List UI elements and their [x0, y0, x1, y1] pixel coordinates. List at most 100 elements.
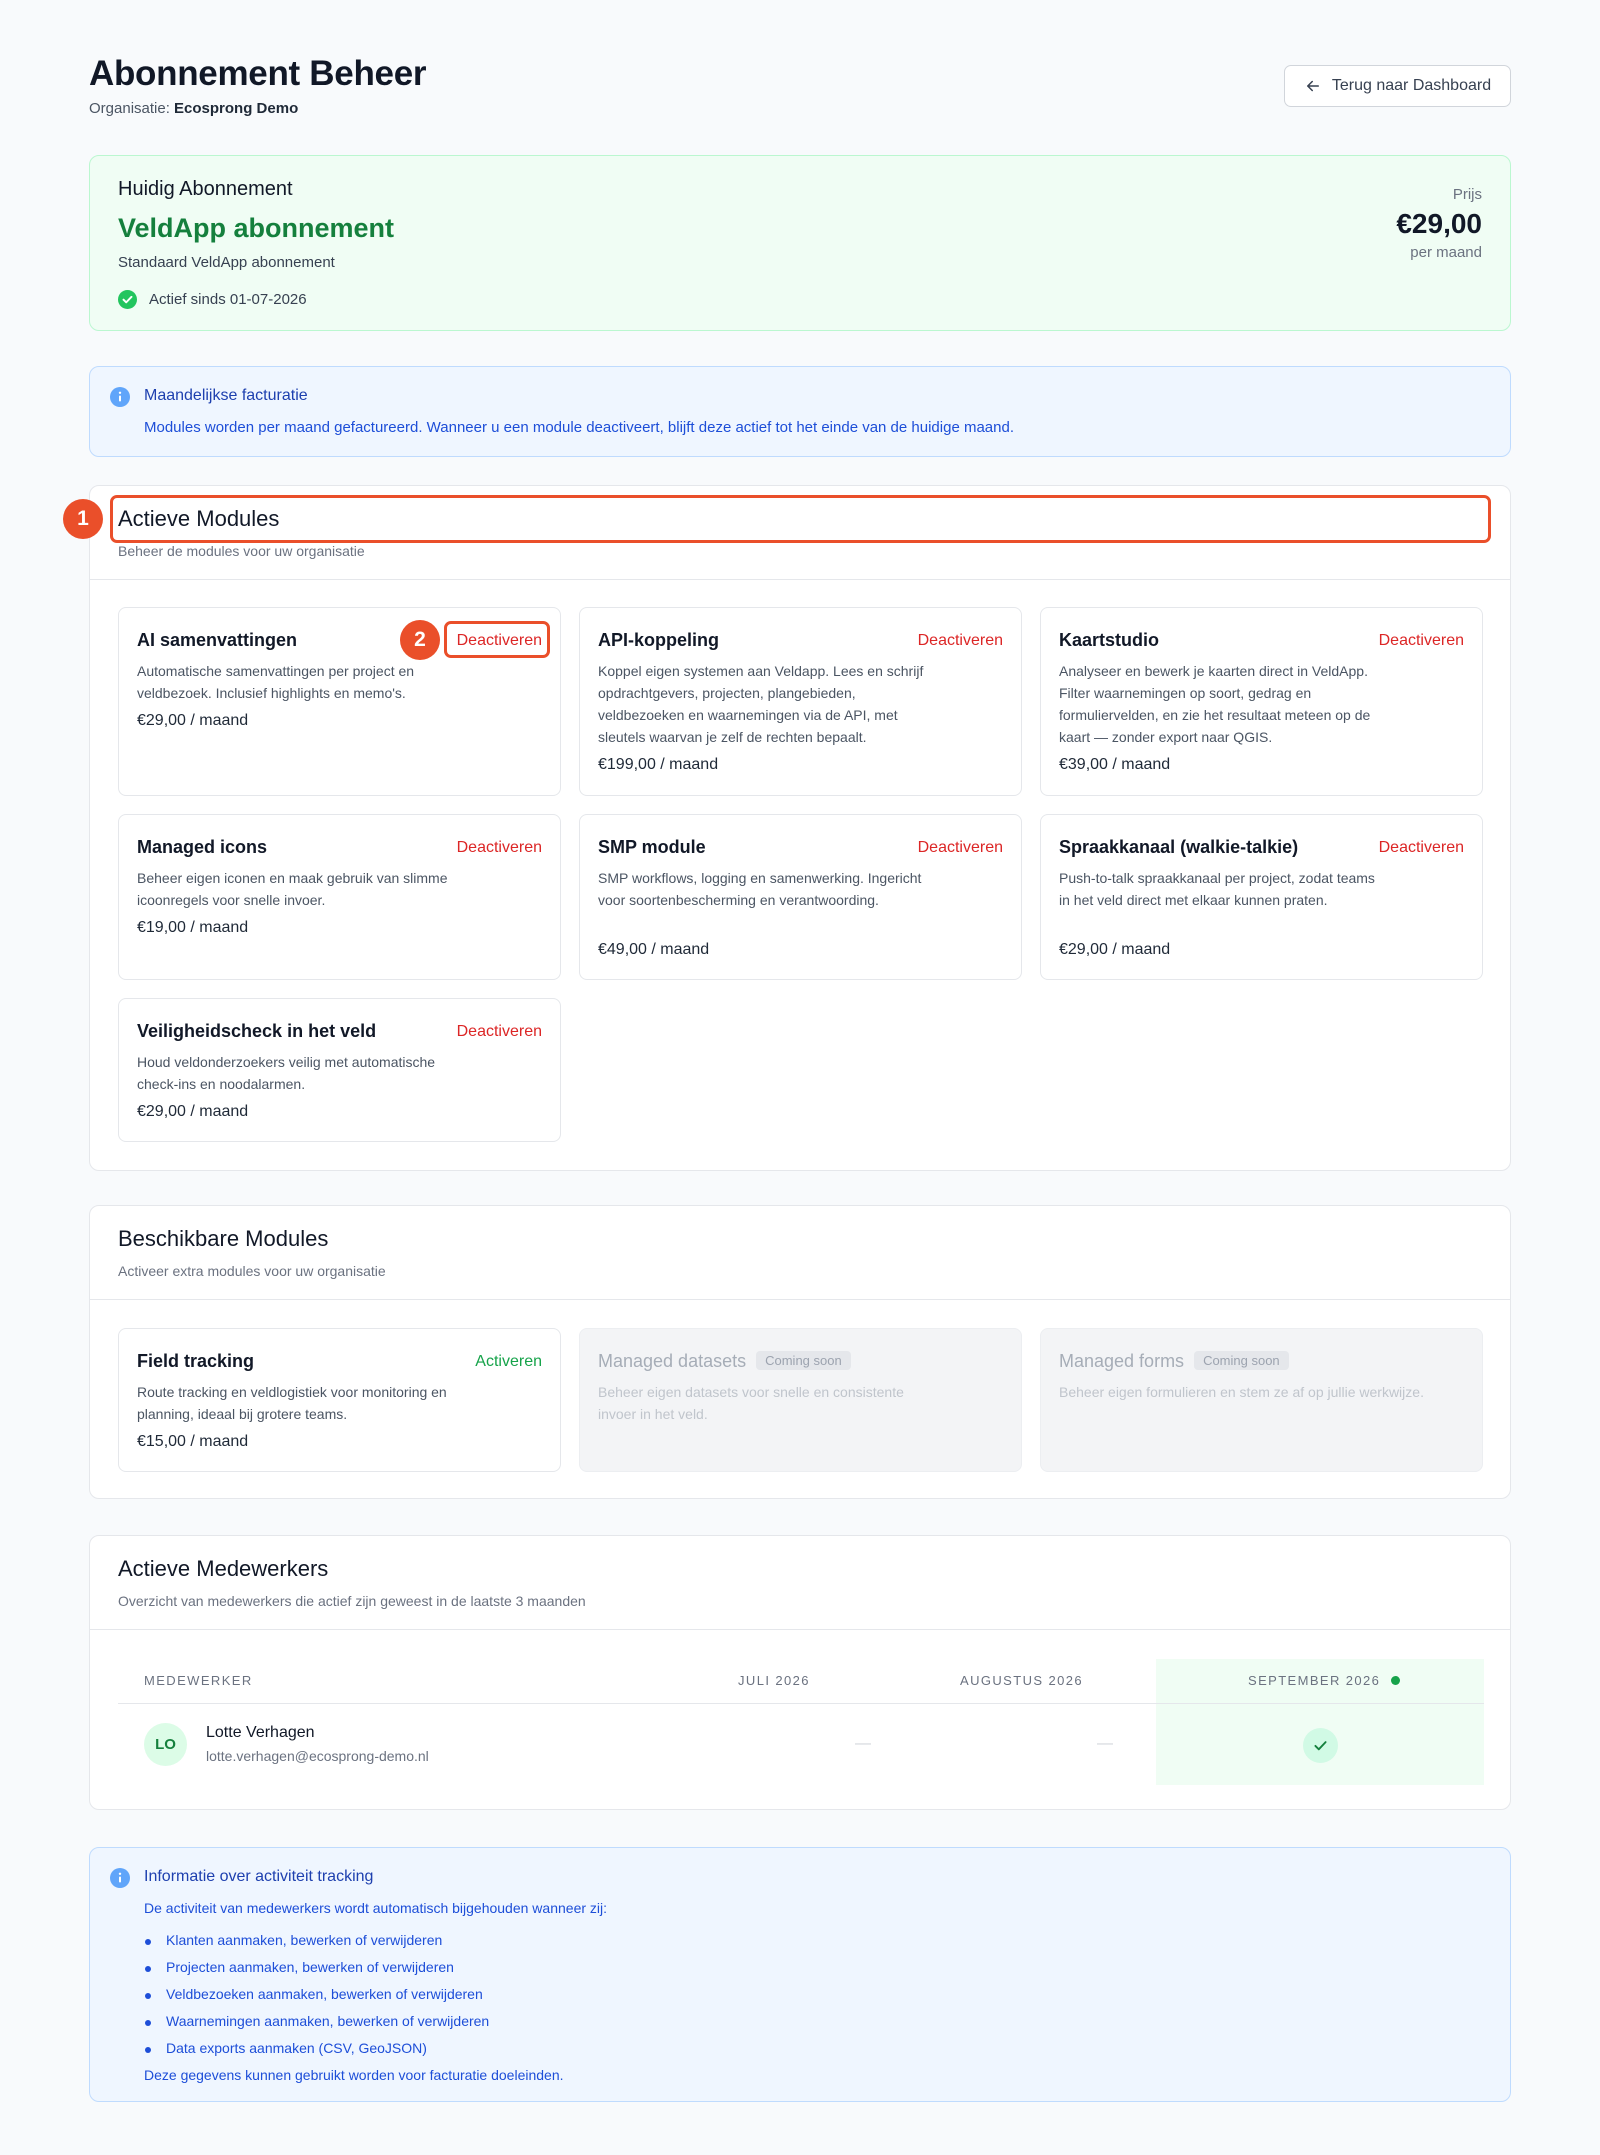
module-name-row: Managed datasets Coming soon: [598, 1351, 851, 1372]
module-description: Route tracking en veldlogistiek voor mon…: [137, 1384, 447, 1422]
module-card-managed-datasets: Managed datasets Coming soon Beheer eigen…: [579, 1328, 1022, 1472]
module-name: API-koppeling: [598, 630, 719, 650]
module-card-kaartstudio: Kaartstudio Deactiveren Analyseer en bew…: [1040, 607, 1483, 796]
coming-soon-badge: Coming soon: [756, 1351, 851, 1370]
current-month-dot-icon: [1391, 1676, 1401, 1685]
table-header: MEDEWERKER JULI 2026 AUGUSTUS 2026 SEPTE…: [118, 1659, 1484, 1704]
module-name: Spraakkanaal (walkie-talkie): [1059, 837, 1299, 857]
back-to-dashboard-button[interactable]: Terug naar Dashboard: [1284, 65, 1511, 107]
tracking-info-box: Informatie over activiteit tracking De a…: [89, 1847, 1511, 2102]
module-description: Houd veldonderzoekers veilig met automat…: [137, 1054, 436, 1092]
current-subscription-label: Huidig Abonnement: [118, 178, 293, 200]
module-card-managed-icons: Managed icons Deactiveren Beheer eigen i…: [118, 814, 561, 980]
check-icon: [1314, 1741, 1327, 1751]
module-card-managed-forms: Managed forms Coming soon Beheer eigen fo…: [1040, 1328, 1483, 1472]
price-period: per maand: [1410, 244, 1482, 261]
billing-info-box: Maandelijkse facturatie Modules worden p…: [89, 366, 1511, 457]
module-name: Field tracking: [137, 1351, 255, 1371]
billing-info-title: Maandelijkse facturatie: [144, 387, 308, 404]
employee-name: Lotte Verhagen: [206, 1724, 315, 1741]
module-name: SMP module: [598, 837, 706, 857]
avatar: LO: [144, 1723, 187, 1766]
tracking-actions-list: Klanten aanmaken, bewerken of verwijdere…: [144, 1932, 489, 2067]
september-activity: [1303, 1728, 1338, 1763]
billing-info-text: Modules worden per maand gefactureerd. W…: [144, 419, 1014, 436]
module-price: €29,00 / maand: [137, 712, 249, 729]
column-header-august: AUGUSTUS 2026: [960, 1673, 1083, 1688]
module-card-api-koppeling: API-koppeling Deactiveren Koppel eigen s…: [579, 607, 1022, 796]
module-card-field-tracking: Field tracking Activeren Route tracking …: [118, 1328, 561, 1472]
active-employees-subtitle: Overzicht van medewerkers die actief zij…: [118, 1593, 586, 1609]
plan-description: Standaard VeldApp abonnement: [118, 254, 335, 271]
module-card-spraakkanaal: Spraakkanaal (walkie-talkie) Deactiveren…: [1040, 814, 1483, 980]
active-modules-subtitle: Beheer de modules voor uw organisatie: [118, 543, 365, 559]
module-description: Automatische samenvattingen per project …: [137, 663, 415, 701]
deactivate-button[interactable]: Deactiveren: [918, 632, 1003, 650]
page-header: Abonnement Beheer Organisatie: Ecosprong…: [89, 0, 1511, 155]
module-description: SMP workflows, logging en samenwerking. …: [598, 870, 922, 908]
module-price: €29,00 / maand: [1059, 941, 1171, 958]
available-modules-subtitle: Activeer extra modules voor uw organisat…: [118, 1263, 386, 1279]
module-description: Beheer eigen datasets voor snelle en con…: [598, 1384, 904, 1422]
july-activity: —: [855, 1735, 871, 1752]
module-price: €19,00 / maand: [137, 919, 249, 936]
column-header-employee: MEDEWERKER: [144, 1673, 253, 1688]
section-divider: [90, 1299, 1510, 1300]
column-header-july: JULI 2026: [738, 1673, 810, 1688]
active-employees-title: Actieve Medewerkers: [118, 1556, 329, 1581]
available-modules-title: Beschikbare Modules: [118, 1226, 329, 1251]
organization-prefix: Organisatie:: [89, 100, 170, 117]
deactivate-button[interactable]: Deactiveren: [918, 839, 1003, 857]
module-price: €15,00 / maand: [137, 1433, 249, 1450]
arrow-left-icon: [1306, 80, 1319, 92]
module-description: Beheer eigen formulieren en stem ze af o…: [1059, 1384, 1424, 1400]
column-header-september: SEPTEMBER 2026: [1248, 1673, 1401, 1688]
annotation-marker-2: 2: [400, 620, 440, 660]
activate-button[interactable]: Activeren: [475, 1353, 542, 1371]
section-divider: [90, 1629, 1510, 1630]
module-price: €49,00 / maand: [598, 941, 710, 958]
subscription-page: Abonnement Beheer Organisatie: Ecosprong…: [63, 0, 1511, 2102]
tracking-info-title: Informatie over activiteit tracking: [144, 1868, 374, 1885]
employee-email: lotte.verhagen@ecosprong-demo.nl: [206, 1748, 429, 1764]
deactivate-button[interactable]: Deactiveren: [457, 839, 542, 857]
module-name-row: Managed forms Coming soon: [1059, 1351, 1289, 1372]
deactivate-button[interactable]: Deactiveren: [1379, 839, 1464, 857]
module-price: €199,00 / maand: [598, 756, 719, 773]
list-item: Data exports aanmaken (CSV, GeoJSON): [144, 2040, 489, 2067]
deactivate-button[interactable]: Deactiveren: [1379, 632, 1464, 650]
deactivate-button[interactable]: Deactiveren: [457, 1023, 542, 1041]
module-name: AI samenvattingen: [137, 630, 298, 650]
page-title: Abonnement Beheer: [89, 54, 427, 93]
available-modules-section: Beschikbare Modules Activeer extra modul…: [89, 1205, 1511, 1499]
module-price: €29,00 / maand: [137, 1103, 249, 1120]
organization-line: Organisatie: Ecosprong Demo: [89, 100, 298, 117]
active-since-text: Actief sinds 01-07-2026: [149, 291, 307, 308]
active-since: Actief sinds 01-07-2026: [118, 290, 307, 309]
september-label: SEPTEMBER 2026: [1248, 1673, 1381, 1688]
price-label: Prijs: [1452, 186, 1482, 203]
list-item: Veldbezoeken aanmaken, bewerken of verwi…: [144, 1986, 489, 2013]
check-circle-icon: [118, 290, 137, 309]
module-price: €39,00 / maand: [1059, 756, 1171, 773]
coming-soon-badge: Coming soon: [1194, 1351, 1289, 1370]
module-description: Beheer eigen iconen en maak gebruik van …: [137, 870, 448, 908]
table-row: LO Lotte Verhagen lotte.verhagen@ecospro…: [118, 1705, 1484, 1785]
module-card-veiligheidscheck: Veiligheidscheck in het veld Deactiveren…: [118, 998, 561, 1142]
module-name: Kaartstudio: [1059, 630, 1160, 650]
info-icon: [110, 1868, 130, 1888]
module-name: Managed icons: [137, 837, 268, 857]
plan-name: VeldApp abonnement: [118, 213, 395, 243]
tracking-info-footer: Deze gegevens kunnen gebruikt worden voo…: [144, 2067, 564, 2083]
tracking-info-intro: De activiteit van medewerkers wordt auto…: [144, 1900, 608, 1916]
august-activity: —: [1097, 1735, 1113, 1752]
annotation-highlight-2: [444, 621, 550, 658]
module-name: Managed forms: [1059, 1351, 1185, 1371]
annotation-highlight-1: [110, 495, 1491, 543]
section-divider: [90, 579, 1510, 580]
current-subscription-card: Huidig Abonnement VeldApp abonnement Sta…: [89, 155, 1511, 331]
module-description: Koppel eigen systemen aan Veldapp. Lees …: [598, 663, 924, 745]
active-employees-section: Actieve Medewerkers Overzicht van medewe…: [89, 1535, 1511, 1810]
module-name: Veiligheidscheck in het veld: [137, 1021, 377, 1041]
list-item: Klanten aanmaken, bewerken of verwijdere…: [144, 1932, 489, 1959]
